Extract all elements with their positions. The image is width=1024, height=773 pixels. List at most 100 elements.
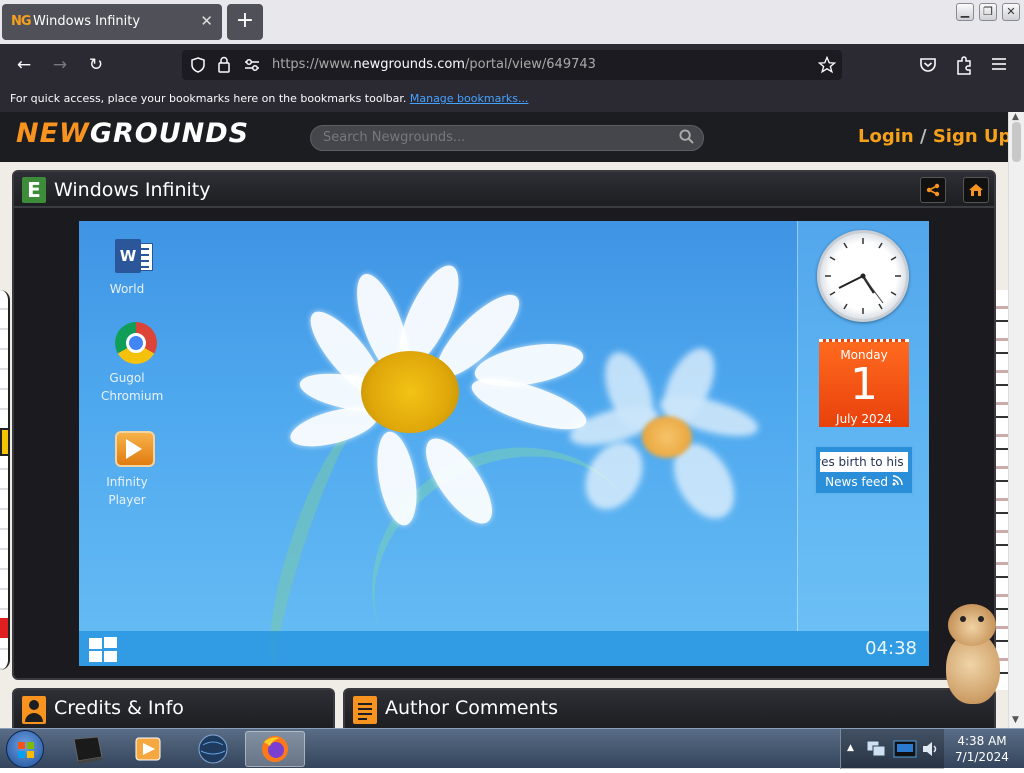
tracking-protection-icon[interactable] (190, 57, 206, 73)
taskbar-app-firefox[interactable] (245, 731, 305, 767)
rss-icon (892, 475, 903, 486)
url-text[interactable]: https://www.newgrounds.com/portal/view/6… (272, 57, 596, 72)
firefox-icon (262, 736, 288, 762)
bookmark-star-icon[interactable] (818, 56, 836, 74)
game-title: Windows Infinity (54, 179, 211, 201)
windows-logo-icon (18, 742, 34, 758)
hamster-mascot (942, 604, 1004, 704)
newgrounds-favicon: NG (11, 14, 32, 29)
extensions-icon[interactable] (955, 55, 973, 75)
signup-link[interactable]: Sign Up (933, 126, 1012, 147)
word-icon: W (115, 239, 155, 275)
newgrounds-header: NEWGROUNDS Search Newgrounds... Login / … (0, 112, 1011, 162)
document-icon (353, 696, 377, 724)
taskbar-app-globe[interactable] (183, 731, 243, 767)
login-link[interactable]: Login (858, 126, 914, 147)
desktop-icon-label: Infinity Player (106, 475, 148, 507)
system-time: 4:38 AM (957, 734, 1007, 748)
network-icon[interactable] (865, 737, 889, 761)
url-path: /portal/view/649743 (464, 57, 596, 72)
desktop-icon-label: World (109, 282, 145, 296)
calendar-gadget: Monday 1 July 2024 (819, 339, 909, 427)
news-ticker-text: ves birth to his (820, 455, 904, 469)
start-button[interactable] (6, 730, 44, 768)
player-icon (115, 431, 155, 467)
background-art-yellow (0, 428, 10, 456)
permissions-icon[interactable] (244, 58, 260, 72)
menu-icon[interactable] (991, 57, 1007, 71)
rating-e-badge: E (22, 177, 46, 203)
newgrounds-logo[interactable]: NEWGROUNDS (16, 118, 249, 149)
navigation-toolbar: ← → ↻ https://www.newgrounds.com/portal/… (0, 44, 1024, 86)
taskbar-app-media-player[interactable] (118, 731, 178, 767)
news-feed-text: News feed (825, 475, 889, 489)
background-art-red (0, 618, 8, 638)
browser-tab[interactable]: NG Windows Infinity ✕ (2, 4, 222, 40)
search-placeholder: Search Newgrounds... (323, 130, 466, 145)
login-signup: Login / Sign Up (858, 126, 1011, 147)
analog-clock (817, 230, 909, 322)
fullscreen-button[interactable] (963, 177, 989, 203)
window-close-button[interactable]: ✕ (1002, 3, 1020, 21)
bookmarks-hint: For quick access, place your bookmarks h… (10, 92, 528, 105)
page-scrollbar[interactable]: ▲ ▼ (1008, 112, 1024, 728)
share-button[interactable] (920, 177, 946, 203)
globe-icon (198, 734, 228, 764)
forward-button[interactable]: → (49, 54, 71, 76)
reload-button[interactable]: ↻ (85, 54, 107, 76)
author-comments-panel: Author Comments (343, 688, 996, 728)
manage-bookmarks-link[interactable]: Manage bookmarks... (410, 92, 529, 105)
minute-hand (838, 275, 864, 289)
back-button[interactable]: ← (13, 54, 35, 76)
system-clock[interactable]: 4:38 AM 7/1/2024 (944, 733, 1020, 765)
game-clock: 04:38 (865, 638, 917, 659)
gadget-sidebar: Monday 1 July 2024 ves birth to his News… (797, 221, 929, 631)
logo-grounds: GROUNDS (89, 118, 250, 149)
media-player-icon (135, 737, 161, 761)
author-comments-title: Author Comments (385, 697, 558, 719)
restore-button[interactable]: ❐ (979, 3, 997, 21)
tray-expand-icon[interactable]: ▲ (847, 743, 854, 753)
new-tab-button[interactable]: + (227, 4, 263, 40)
bookmarks-hint-text: For quick access, place your bookmarks h… (10, 92, 410, 105)
background-art-left (0, 290, 10, 670)
minimize-button[interactable]: ▁ (956, 3, 974, 21)
newgrounds-search-input[interactable]: Search Newgrounds... (310, 125, 704, 151)
lock-icon[interactable] (217, 56, 231, 73)
calendar-date: 1 (850, 359, 878, 410)
user-icon (22, 696, 46, 724)
credits-title: Credits & Info (54, 697, 184, 719)
game-screen[interactable]: W World Gugol Chromium Infinity Player M… (79, 221, 929, 666)
scroll-up-icon[interactable]: ▲ (1012, 112, 1019, 122)
login-separator: / (913, 126, 933, 147)
search-icon[interactable] (679, 129, 694, 144)
address-bar[interactable]: https://www.newgrounds.com/portal/view/6… (182, 50, 842, 80)
tray-app-icon[interactable] (891, 737, 921, 761)
scroll-down-icon[interactable]: ▼ (1012, 715, 1019, 725)
terminal-icon (73, 736, 103, 764)
speaker-icon[interactable] (921, 739, 939, 759)
pocket-icon[interactable] (919, 56, 937, 74)
game-panel-header: E Windows Infinity (14, 172, 994, 208)
tab-title: Windows Infinity (33, 14, 141, 29)
logo-new: NEW (16, 118, 90, 149)
bookmarks-toolbar: For quick access, place your bookmarks h… (0, 86, 1024, 112)
url-domain: newgrounds.com (353, 57, 465, 72)
tab-close-icon[interactable]: ✕ (200, 12, 213, 30)
browser-tab-bar: NG Windows Infinity ✕ + ▁ ❐ ✕ (0, 0, 1024, 44)
chromium-icon (115, 322, 157, 364)
game-taskbar: 04:38 (79, 631, 929, 666)
calendar-month: July 2024 (836, 412, 892, 426)
system-date: 7/1/2024 (955, 750, 1009, 764)
windows-start-icon[interactable] (89, 637, 119, 663)
news-feed-gadget[interactable]: ves birth to his News feed (814, 445, 914, 495)
scrollbar-thumb[interactable] (1012, 122, 1021, 162)
taskbar-app-terminal[interactable] (58, 731, 118, 767)
credits-panel: Credits & Info (12, 688, 335, 728)
wallpaper-flower-center (361, 351, 459, 433)
clock-ticks (825, 238, 901, 314)
os-taskbar: ▲ 4:38 AM 7/1/2024 (0, 728, 1024, 769)
house-icon (969, 184, 983, 196)
news-ticker: ves birth to his (820, 452, 908, 472)
system-tray: ▲ (840, 729, 944, 769)
